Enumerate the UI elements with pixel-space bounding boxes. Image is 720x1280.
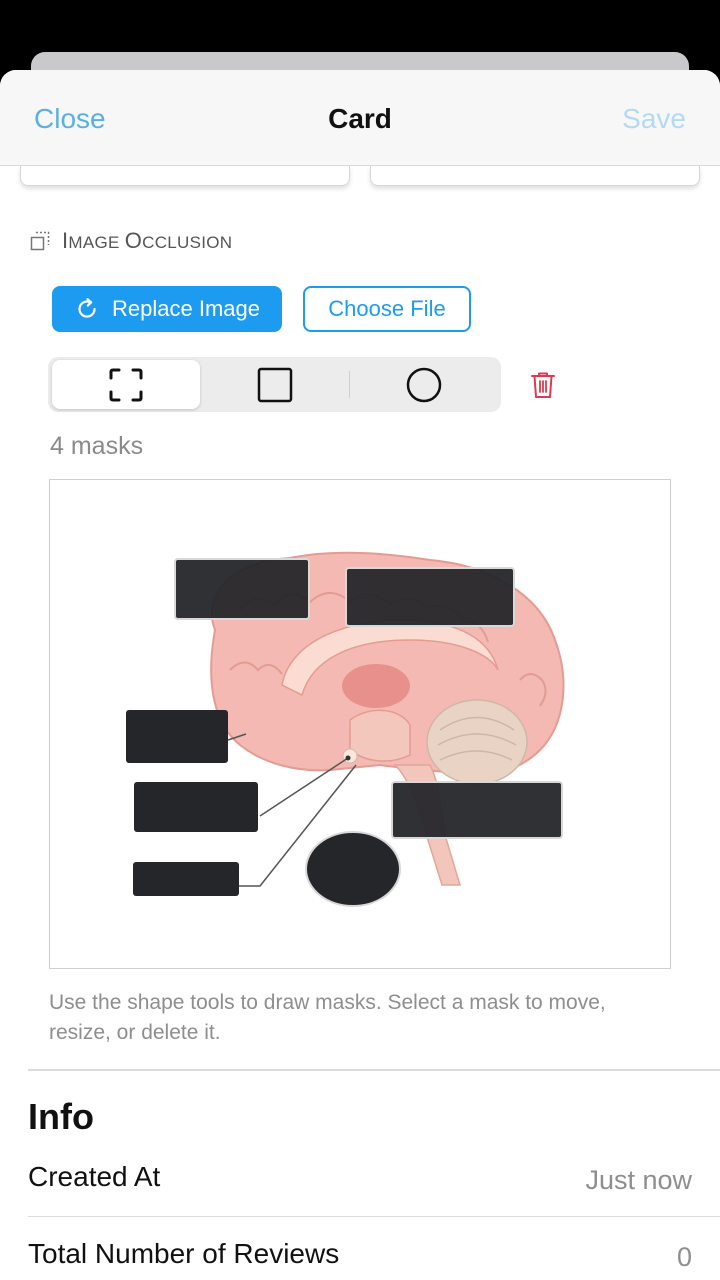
section-title-part: O [124, 228, 143, 253]
section-title-part: CCLUSION [142, 233, 233, 252]
select-icon [109, 368, 143, 401]
choose-file-button[interactable]: Choose File [303, 286, 471, 332]
image-occlusion-icon [30, 231, 50, 251]
field-card-right[interactable] [370, 166, 700, 186]
total-reviews-value: 0 [676, 1242, 692, 1272]
label-dot [345, 755, 351, 761]
rectangle-tool[interactable] [201, 360, 349, 409]
hint-text: Use the shape tools to draw masks. Selec… [49, 991, 606, 1044]
occlusion-mask[interactable] [126, 710, 228, 763]
navigation-bar: Close Card Save [0, 70, 720, 166]
occlusion-mask-ellipse[interactable] [305, 831, 401, 907]
info-title: Info [28, 1096, 94, 1137]
pituitary [342, 748, 358, 764]
brain-image [126, 551, 565, 907]
section-title: IMAGE OCCLUSION [62, 228, 232, 254]
midbrain [349, 709, 411, 762]
divider [28, 1216, 720, 1217]
page-title: Card [328, 103, 392, 134]
occlusion-mask[interactable] [133, 862, 239, 896]
replace-image-button[interactable]: Replace Image [52, 286, 282, 332]
created-at-label: Created At [28, 1161, 161, 1192]
occlusion-mask[interactable] [391, 781, 563, 839]
occlusion-mask[interactable] [134, 782, 258, 832]
thalamus [342, 664, 410, 708]
total-reviews-label: Total Number of Reviews [28, 1238, 340, 1269]
select-tool[interactable] [52, 360, 200, 409]
ellipse-tool[interactable] [350, 360, 498, 409]
section-title-part: MAGE [68, 233, 125, 252]
trash-icon[interactable] [530, 371, 556, 399]
cerebellum [426, 699, 528, 785]
rectangle-icon [257, 367, 293, 402]
divider [28, 1069, 720, 1071]
section-header: IMAGE OCCLUSION [30, 228, 232, 254]
created-at-value: Just now [585, 1165, 692, 1195]
occlusion-mask[interactable] [345, 567, 515, 627]
field-card-left[interactable] [20, 166, 350, 186]
replace-image-label: Replace Image [112, 296, 260, 321]
occlusion-canvas[interactable] [49, 479, 671, 969]
refresh-icon [78, 298, 96, 318]
save-button[interactable]: Save [622, 103, 686, 135]
occlusion-mask[interactable] [174, 558, 310, 620]
shape-tool-selector [48, 357, 501, 412]
circle-icon [406, 367, 442, 402]
card-sheet: Close Card Save IMAGE OCCLUSION Replace … [0, 70, 720, 1280]
mask-count: 4 masks [50, 432, 144, 460]
choose-file-label: Choose File [328, 296, 446, 321]
